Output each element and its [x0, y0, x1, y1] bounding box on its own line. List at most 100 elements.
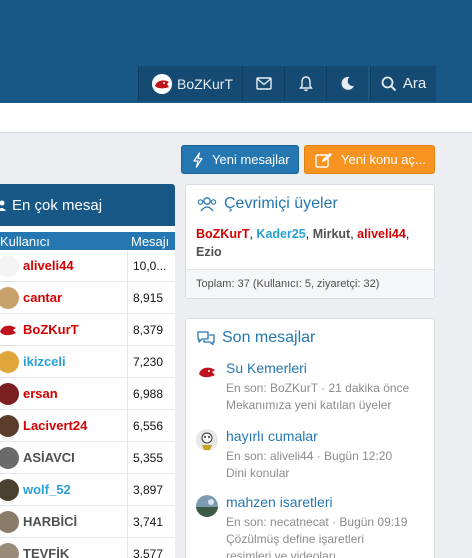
table-row: aliveli44 10,0...: [0, 250, 175, 282]
post-title-link[interactable]: Su Kemerleri: [226, 359, 428, 377]
table-row: Lacivert24 6,556: [0, 410, 175, 442]
latest-post-item: hayırlı cumalar En son: aliveli44 · Bugü…: [196, 427, 428, 482]
online-members-title: Çevrimiçi üyeler: [224, 195, 338, 212]
poster-username[interactable]: ikizceli: [23, 354, 66, 369]
poster-username[interactable]: ersan: [23, 386, 58, 401]
post-forum-link-continued[interactable]: resimleri ve videoları: [226, 548, 428, 558]
table-row: BoZKurT 8,379: [0, 314, 175, 346]
poster-cell: aliveli44: [0, 250, 128, 281]
inbox-button[interactable]: [242, 66, 284, 101]
poster-username[interactable]: wolf_52: [23, 482, 71, 497]
avatar[interactable]: [0, 286, 19, 309]
avatar: [151, 73, 172, 94]
poster-message-count: 10,0...: [133, 258, 167, 273]
post-meta[interactable]: En son: BoZKurT · 21 dakika önce: [226, 379, 428, 397]
top-posters-title: En çok mesaj: [12, 196, 103, 214]
poster-username[interactable]: HARBİCİ: [23, 514, 77, 529]
post-title-link[interactable]: mahzen isaretleri: [226, 493, 428, 511]
online-user-link[interactable]: aliveli44: [357, 227, 406, 241]
alerts-button[interactable]: [284, 66, 326, 101]
column-messages[interactable]: Mesajı: [128, 234, 175, 249]
sub-navigation-bar: [0, 103, 472, 133]
edit-icon: [315, 152, 332, 168]
table-row: cantar 8,915: [0, 282, 175, 314]
avatar[interactable]: [0, 542, 19, 558]
poster-message-count: 5,355: [133, 450, 164, 465]
post-forum-link[interactable]: Dini konular: [226, 465, 428, 482]
post-forum-link[interactable]: Çözülmüş define işaretleri: [226, 531, 428, 548]
avatar[interactable]: [0, 414, 19, 437]
latest-posts-header[interactable]: Son mesajlar: [186, 319, 434, 347]
new-messages-label: Yeni mesajlar: [212, 152, 290, 167]
post-meta[interactable]: En son: necatnecat · Bugün 09:19: [226, 513, 428, 531]
poster-username[interactable]: TEVFİK: [23, 546, 69, 558]
poster-cell: HARBİCİ: [0, 506, 128, 537]
search-label: Ara: [402, 75, 427, 92]
user-navigation: BoZKurT Ara: [138, 66, 436, 101]
online-totals: Toplam: 37 (Kullanıcı: 5, ziyaretçi: 32): [186, 269, 434, 298]
comments-icon: [197, 331, 215, 346]
table-row: ikizceli 7,230: [0, 346, 175, 378]
poster-message-count: 8,915: [133, 290, 164, 305]
bell-icon: [298, 75, 313, 91]
avatar[interactable]: [196, 361, 218, 383]
table-row: wolf_52 3,897: [0, 474, 175, 506]
avatar[interactable]: [0, 510, 19, 533]
search-button[interactable]: Ara: [370, 66, 436, 101]
poster-cell: cantar: [0, 282, 128, 313]
avatar[interactable]: [196, 495, 218, 517]
poster-message-count: 6,556: [133, 418, 164, 433]
avatar[interactable]: [0, 478, 19, 501]
poster-username[interactable]: cantar: [23, 290, 62, 305]
poster-message-count: 6,988: [133, 386, 164, 401]
poster-cell: wolf_52: [0, 474, 128, 505]
poster-message-count: 3,897: [133, 482, 164, 497]
latest-post-item: mahzen isaretleri En son: necatnecat · B…: [196, 493, 428, 558]
new-messages-button[interactable]: Yeni mesajlar: [181, 145, 299, 174]
latest-post-item: Su Kemerleri En son: BoZKurT · 21 dakika…: [196, 359, 428, 414]
avatar[interactable]: [0, 318, 19, 341]
top-posters-list: aliveli44 10,0... cantar 8,915 BoZKurT 8,379 i…: [0, 250, 175, 558]
search-icon: [381, 76, 397, 91]
online-user-link[interactable]: Kader25: [256, 227, 305, 241]
table-row: TEVFİK 3,577: [0, 538, 175, 558]
new-thread-button[interactable]: Yeni konu aç...: [304, 145, 435, 174]
online-user-link[interactable]: Ezio: [196, 245, 222, 259]
online-user-link[interactable]: Mirkut: [313, 227, 351, 241]
top-posters-header: En çok mesaj: [0, 184, 175, 226]
poster-cell: ASİAVCI: [0, 442, 128, 473]
poster-cell: BoZKurT: [0, 314, 128, 345]
post-meta[interactable]: En son: aliveli44 · Bugün 12:20: [226, 447, 428, 465]
avatar[interactable]: [0, 254, 19, 277]
online-user-link[interactable]: BoZKurT: [196, 227, 249, 241]
table-row: ASİAVCI 5,355: [0, 442, 175, 474]
top-posters-widget: En çok mesaj Kullanıcı Mesajı aliveli44 1…: [0, 184, 175, 558]
avatar[interactable]: [0, 446, 19, 469]
latest-posts-title: Son mesajlar: [222, 329, 316, 346]
post-title-link[interactable]: hayırlı cumalar: [226, 427, 428, 445]
column-user[interactable]: Kullanıcı: [0, 234, 128, 249]
post-forum-link[interactable]: Mekanımıza yeni katılan üyeler: [226, 397, 428, 414]
theme-toggle-button[interactable]: [326, 66, 368, 101]
avatar[interactable]: [0, 382, 19, 405]
account-menu[interactable]: BoZKurT: [138, 66, 242, 101]
poster-username[interactable]: aliveli44: [23, 258, 74, 273]
avatar[interactable]: [0, 350, 19, 373]
poster-username[interactable]: ASİAVCI: [23, 450, 75, 465]
poster-message-count: 3,741: [133, 514, 164, 529]
poster-cell: Lacivert24: [0, 410, 128, 441]
users-icon: [197, 197, 217, 212]
online-members-header[interactable]: Çevrimiçi üyeler: [186, 185, 434, 213]
poster-message-count: 7,230: [133, 354, 164, 369]
poster-cell: ersan: [0, 378, 128, 409]
table-row: ersan 6,988: [0, 378, 175, 410]
poster-username[interactable]: BoZKurT: [23, 322, 79, 337]
poster-cell: ikizceli: [0, 346, 128, 377]
account-username: BoZKurT: [176, 75, 233, 92]
poster-cell: TEVFİK: [0, 538, 128, 558]
lightning-icon: [193, 151, 203, 168]
new-thread-label: Yeni konu aç...: [341, 152, 426, 167]
poster-username[interactable]: Lacivert24: [23, 418, 87, 433]
table-row: HARBİCİ 3,741: [0, 506, 175, 538]
avatar[interactable]: [196, 429, 218, 451]
